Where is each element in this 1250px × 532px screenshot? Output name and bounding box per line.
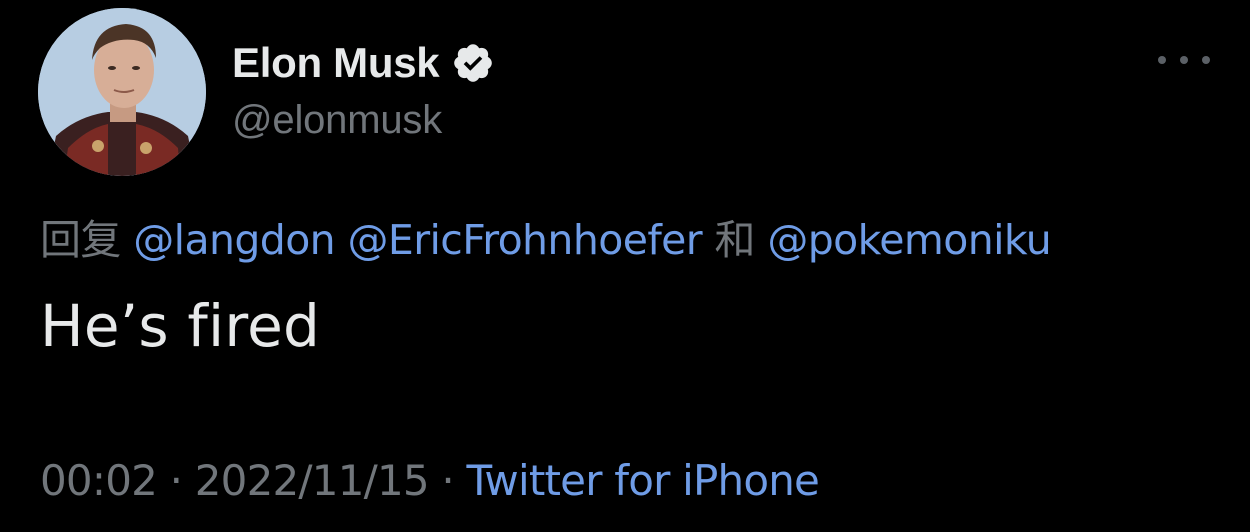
- avatar-image: [38, 8, 206, 176]
- author-name-row: Elon Musk: [232, 36, 495, 90]
- tweet-date[interactable]: 2022/11/15: [195, 456, 430, 505]
- verified-badge-icon: [451, 41, 495, 85]
- reply-prefix: 回复: [40, 216, 121, 264]
- more-options-icon[interactable]: [1158, 48, 1210, 72]
- tweet-meta: 00:02 · 2022/11/15 · Twitter for iPhone: [40, 456, 820, 505]
- meta-separator: ·: [169, 456, 183, 505]
- avatar[interactable]: [38, 8, 206, 176]
- tweet-card: Elon Musk @elonmusk 回复 @langdon @EricFro…: [0, 0, 1250, 532]
- author-display-name[interactable]: Elon Musk: [232, 39, 440, 87]
- mention-link-ericfrohnhoefer[interactable]: @EricFrohnhoefer: [348, 216, 703, 264]
- author-handle[interactable]: @elonmusk: [232, 98, 442, 143]
- more-dot: [1180, 56, 1188, 64]
- more-dot: [1158, 56, 1166, 64]
- tweet-time[interactable]: 00:02: [40, 456, 158, 505]
- mention-link-langdon[interactable]: @langdon: [133, 216, 335, 264]
- meta-separator: ·: [441, 456, 454, 505]
- replying-to: 回复 @langdon @EricFrohnhoefer 和 @pokemoni…: [40, 206, 1052, 266]
- mention-link-pokemoniku[interactable]: @pokemoniku: [767, 216, 1051, 264]
- tweet-source-link[interactable]: Twitter for iPhone: [467, 456, 820, 505]
- tweet-text: He’s fired: [40, 292, 320, 360]
- reply-conjunction: 和: [714, 216, 755, 264]
- more-dot: [1202, 56, 1210, 64]
